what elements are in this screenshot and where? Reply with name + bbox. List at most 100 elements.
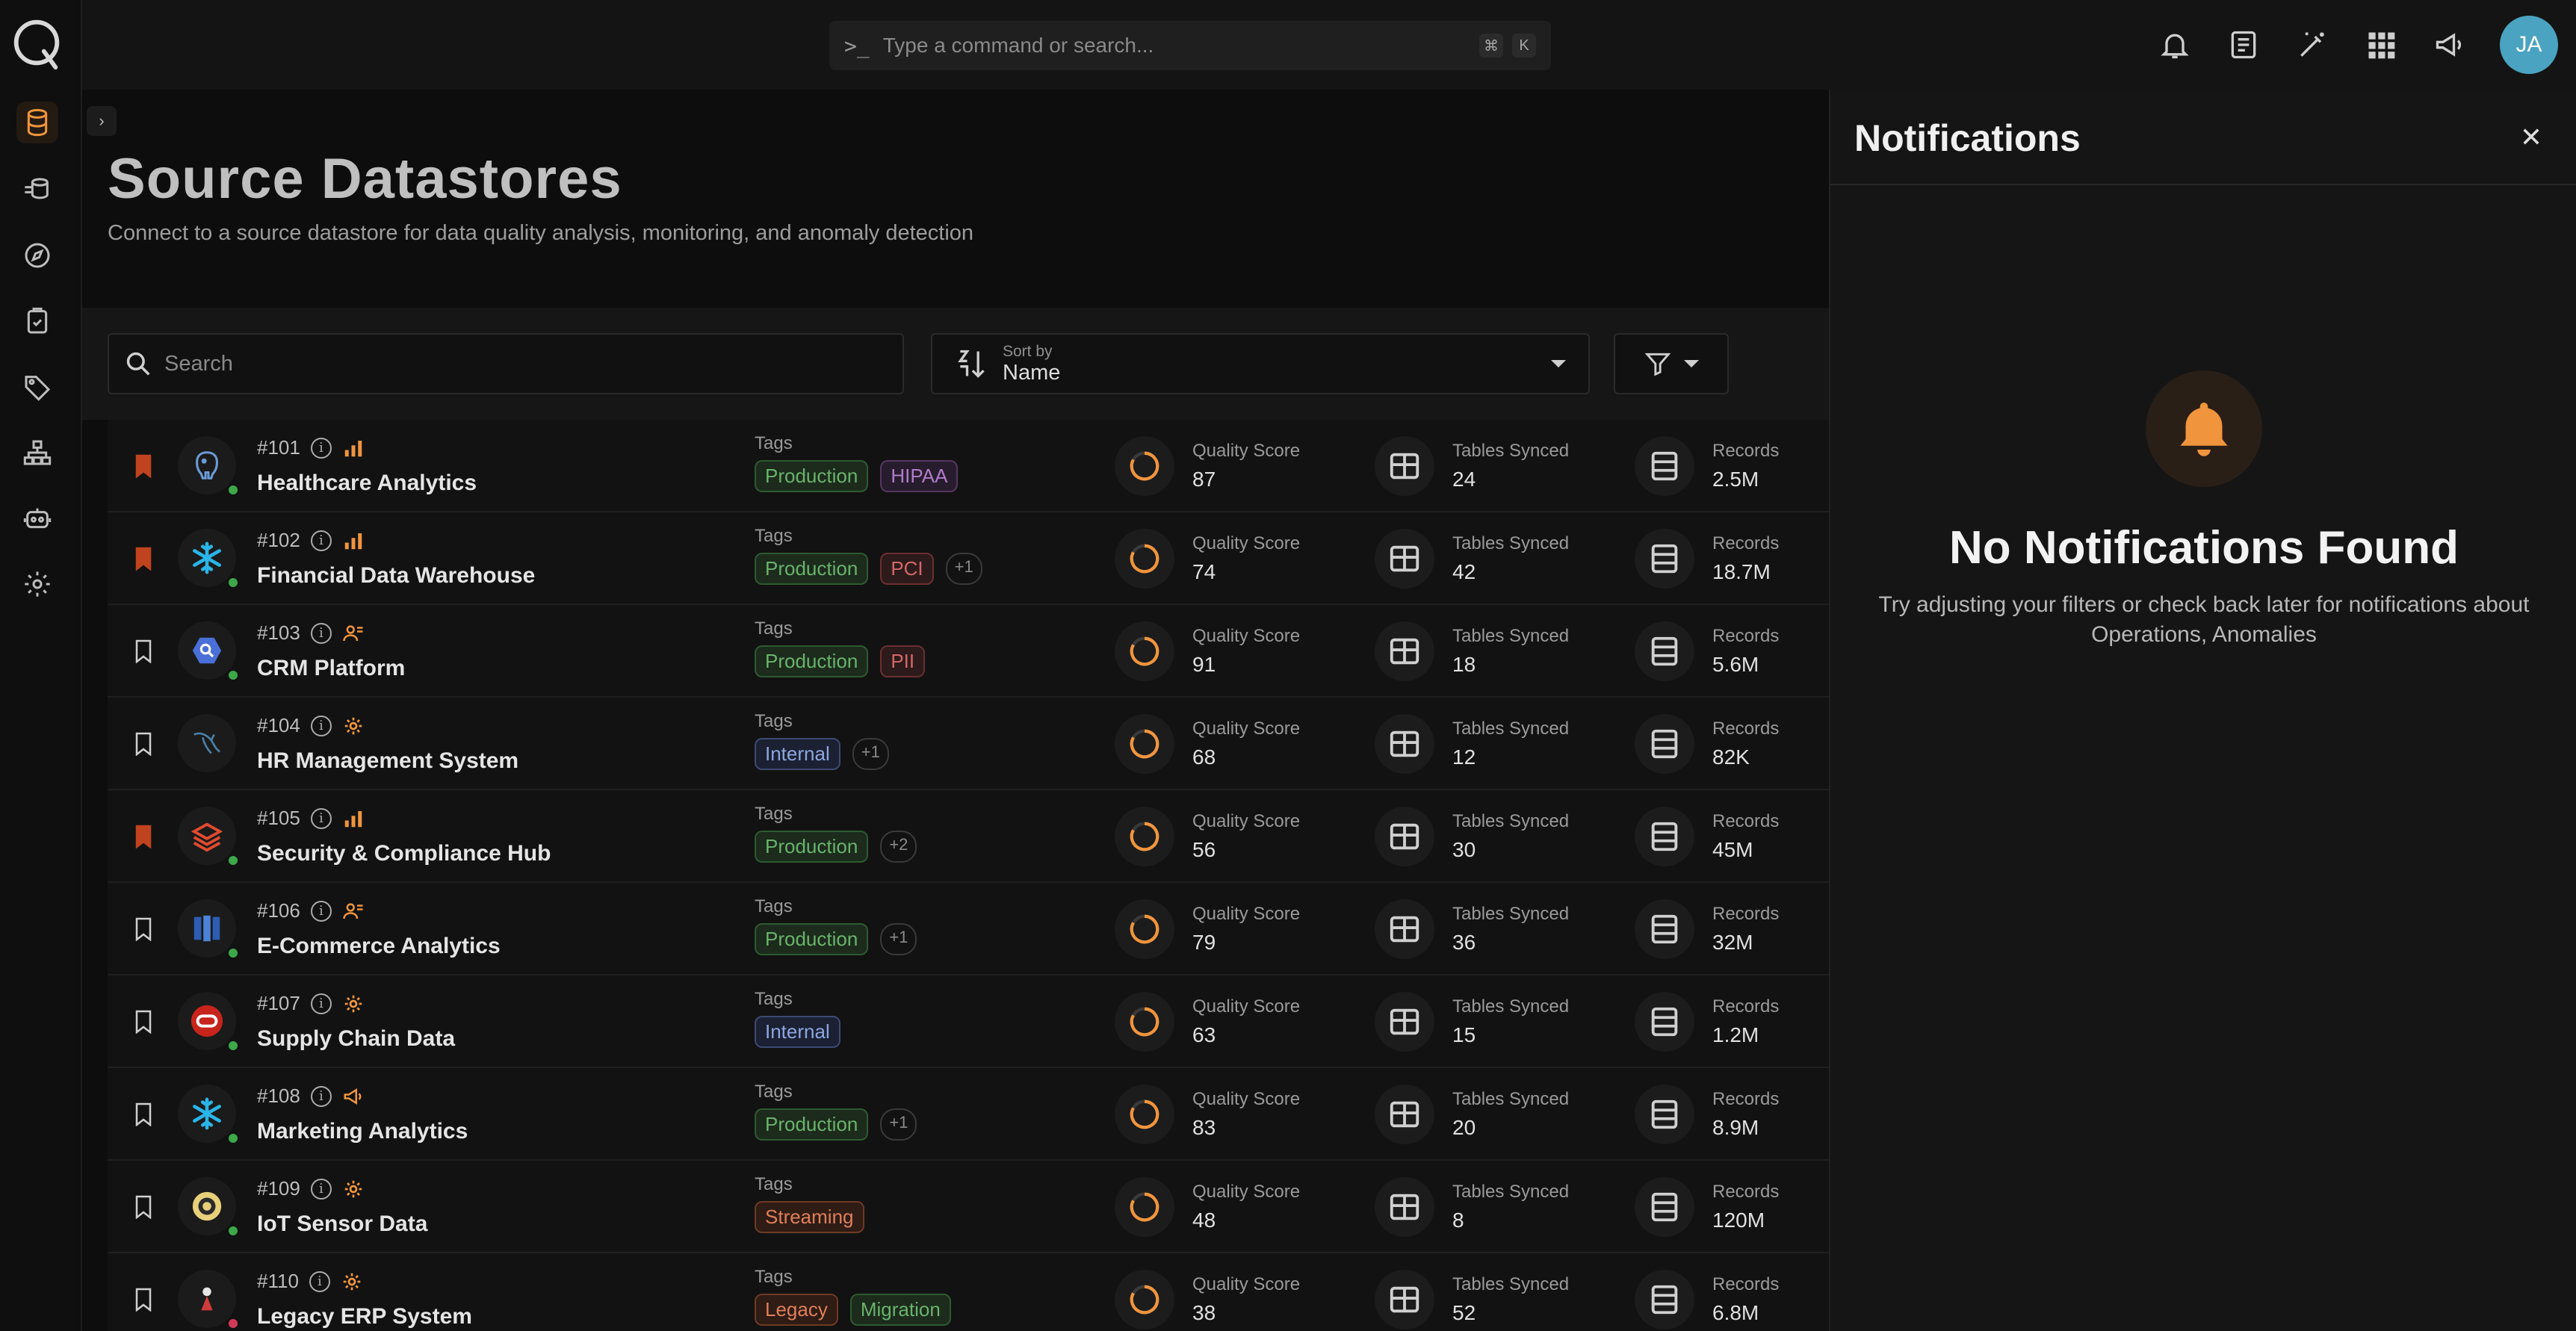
announcements-icon[interactable]	[2431, 26, 2468, 63]
bell-icon[interactable]	[2156, 26, 2193, 63]
records-icon	[1635, 621, 1694, 681]
bookmark-icon[interactable]	[134, 639, 152, 664]
datastore-name[interactable]: CRM Platform	[257, 656, 405, 681]
datastore-id-line: #103 i	[257, 621, 365, 645]
datastore-row[interactable]: #109 i IoT Sensor Data Tags Streaming Quality…	[108, 1161, 1829, 1253]
tag[interactable]: +2	[880, 831, 917, 863]
datastore-name[interactable]: E-Commerce Analytics	[257, 934, 501, 959]
bookmark-icon[interactable]	[134, 917, 152, 942]
quality-score-metric: Quality Score 79	[1115, 899, 1300, 959]
apps-grid-icon[interactable]	[2362, 26, 2400, 63]
sort-select[interactable]: Sort by Name	[931, 333, 1590, 394]
info-icon[interactable]: i	[309, 1270, 330, 1292]
datastore-id: #107	[257, 992, 300, 1014]
info-icon[interactable]: i	[310, 900, 332, 922]
datastore-row[interactable]: #105 i Security & Compliance Hub Tags Produc…	[108, 790, 1829, 883]
nav-checks-icon[interactable]	[16, 300, 58, 342]
bookmark-icon[interactable]	[134, 1010, 152, 1034]
tags-label: Tags	[755, 526, 793, 546]
tag[interactable]: +1	[880, 1108, 917, 1141]
nav-explore-icon[interactable]	[16, 235, 58, 276]
info-icon[interactable]: i	[310, 1085, 332, 1107]
nav-enrichment-icon[interactable]	[16, 169, 58, 211]
records-label: Records	[1712, 626, 1780, 646]
bookmark-icon[interactable]	[134, 732, 152, 757]
datastore-name[interactable]: HR Management System	[257, 748, 518, 774]
tables-synced-icon	[1375, 807, 1434, 866]
datastore-name[interactable]: Supply Chain Data	[257, 1026, 455, 1052]
info-icon[interactable]: i	[310, 993, 332, 1014]
tables-synced-icon	[1375, 714, 1434, 774]
close-icon[interactable]: ✕	[2516, 122, 2546, 152]
records-icon	[1635, 807, 1694, 866]
bookmark-icon[interactable]	[134, 547, 152, 571]
user-avatar[interactable]: JA	[2500, 16, 2558, 74]
info-icon[interactable]: i	[310, 807, 332, 829]
search-input[interactable]: Search	[108, 333, 904, 394]
tag: Streaming	[755, 1201, 864, 1233]
records-icon	[1635, 714, 1694, 774]
empty-state-title: No Notifications Found	[1949, 522, 2459, 574]
quality-score-icon	[1115, 714, 1174, 774]
tables-synced-value: 36	[1452, 931, 1476, 954]
tag: Migration	[849, 1294, 951, 1326]
datastore-row[interactable]: #102 i Financial Data Warehouse Tags Product…	[108, 512, 1829, 605]
datastore-name[interactable]: Financial Data Warehouse	[257, 563, 535, 589]
datastore-name[interactable]: Security & Compliance Hub	[257, 841, 551, 866]
app-logo[interactable]	[7, 13, 66, 72]
records-icon	[1635, 436, 1694, 496]
tag[interactable]: +1	[852, 738, 889, 770]
tags-label: Tags	[755, 804, 793, 824]
command-search[interactable]: >_ Type a command or search... ⌘ K	[829, 21, 1551, 70]
datastore-row[interactable]: #104 i HR Management System Tags Internal +1 Q…	[108, 698, 1829, 790]
datastore-row[interactable]: #108 i Marketing Analytics Tags Production +1…	[108, 1068, 1829, 1161]
chevron-down-icon	[1551, 360, 1566, 367]
datastore-id-line: #102 i	[257, 529, 365, 552]
info-icon[interactable]: i	[310, 530, 332, 551]
panel-title: Notifications	[1854, 117, 2081, 159]
nav-datastores-icon[interactable]	[16, 102, 58, 143]
datastore-name[interactable]: IoT Sensor Data	[257, 1211, 427, 1237]
nav-tags-icon[interactable]	[16, 366, 58, 408]
tag: Production	[755, 923, 869, 955]
quality-score-value: 38	[1192, 1301, 1216, 1324]
info-icon[interactable]: i	[310, 1178, 332, 1200]
records-metric: Records 82K	[1635, 714, 1779, 774]
datastore-name[interactable]: Marketing Analytics	[257, 1119, 468, 1144]
records-icon	[1635, 1177, 1694, 1237]
info-icon[interactable]: i	[310, 715, 332, 736]
tag[interactable]: +1	[880, 923, 917, 955]
datastore-row[interactable]: #106 i E-Commerce Analytics Tags Production +…	[108, 883, 1829, 975]
k-key-hint: K	[1512, 34, 1536, 58]
datastore-row[interactable]: #110 i Legacy ERP System Tags Legacy Migratio…	[108, 1253, 1829, 1331]
expand-sidebar-button[interactable]: ›	[87, 106, 117, 136]
tag[interactable]: +1	[945, 553, 982, 585]
datastore-row[interactable]: #107 i Supply Chain Data Tags Internal Qualit…	[108, 975, 1829, 1068]
info-icon[interactable]: i	[310, 622, 332, 644]
docs-icon[interactable]	[2225, 26, 2262, 63]
quality-score-label: Quality Score	[1192, 441, 1301, 461]
datastore-name[interactable]: Legacy ERP System	[257, 1304, 472, 1330]
tables-synced-metric: Tables Synced 30	[1375, 807, 1569, 866]
bookmark-icon[interactable]	[134, 1195, 152, 1220]
magic-wand-icon[interactable]	[2294, 26, 2331, 63]
quality-score-icon	[1115, 992, 1174, 1052]
quality-score-label: Quality Score	[1192, 996, 1301, 1017]
bookmark-icon[interactable]	[134, 454, 152, 479]
records-label: Records	[1712, 1274, 1780, 1294]
nav-flows-icon[interactable]	[16, 432, 58, 474]
datastore-name[interactable]: Healthcare Analytics	[257, 471, 477, 496]
info-icon[interactable]: i	[310, 437, 332, 459]
nav-agents-icon[interactable]	[16, 497, 58, 539]
bookmark-icon[interactable]	[134, 1102, 152, 1127]
bookmark-icon[interactable]	[134, 1288, 152, 1312]
tables-synced-icon	[1375, 529, 1434, 589]
nav-settings-icon[interactable]	[16, 563, 58, 605]
tag-list: Legacy Migration	[755, 1294, 951, 1326]
filter-button[interactable]	[1614, 333, 1729, 394]
bookmark-icon[interactable]	[134, 825, 152, 849]
tag-list: Production PCI +1	[755, 553, 982, 585]
datastore-row[interactable]: #103 i CRM Platform Tags Production PII Qualit…	[108, 605, 1829, 698]
tables-synced-label: Tables Synced	[1452, 626, 1570, 646]
datastore-row[interactable]: #101 i Healthcare Analytics Tags Production H…	[108, 420, 1829, 512]
